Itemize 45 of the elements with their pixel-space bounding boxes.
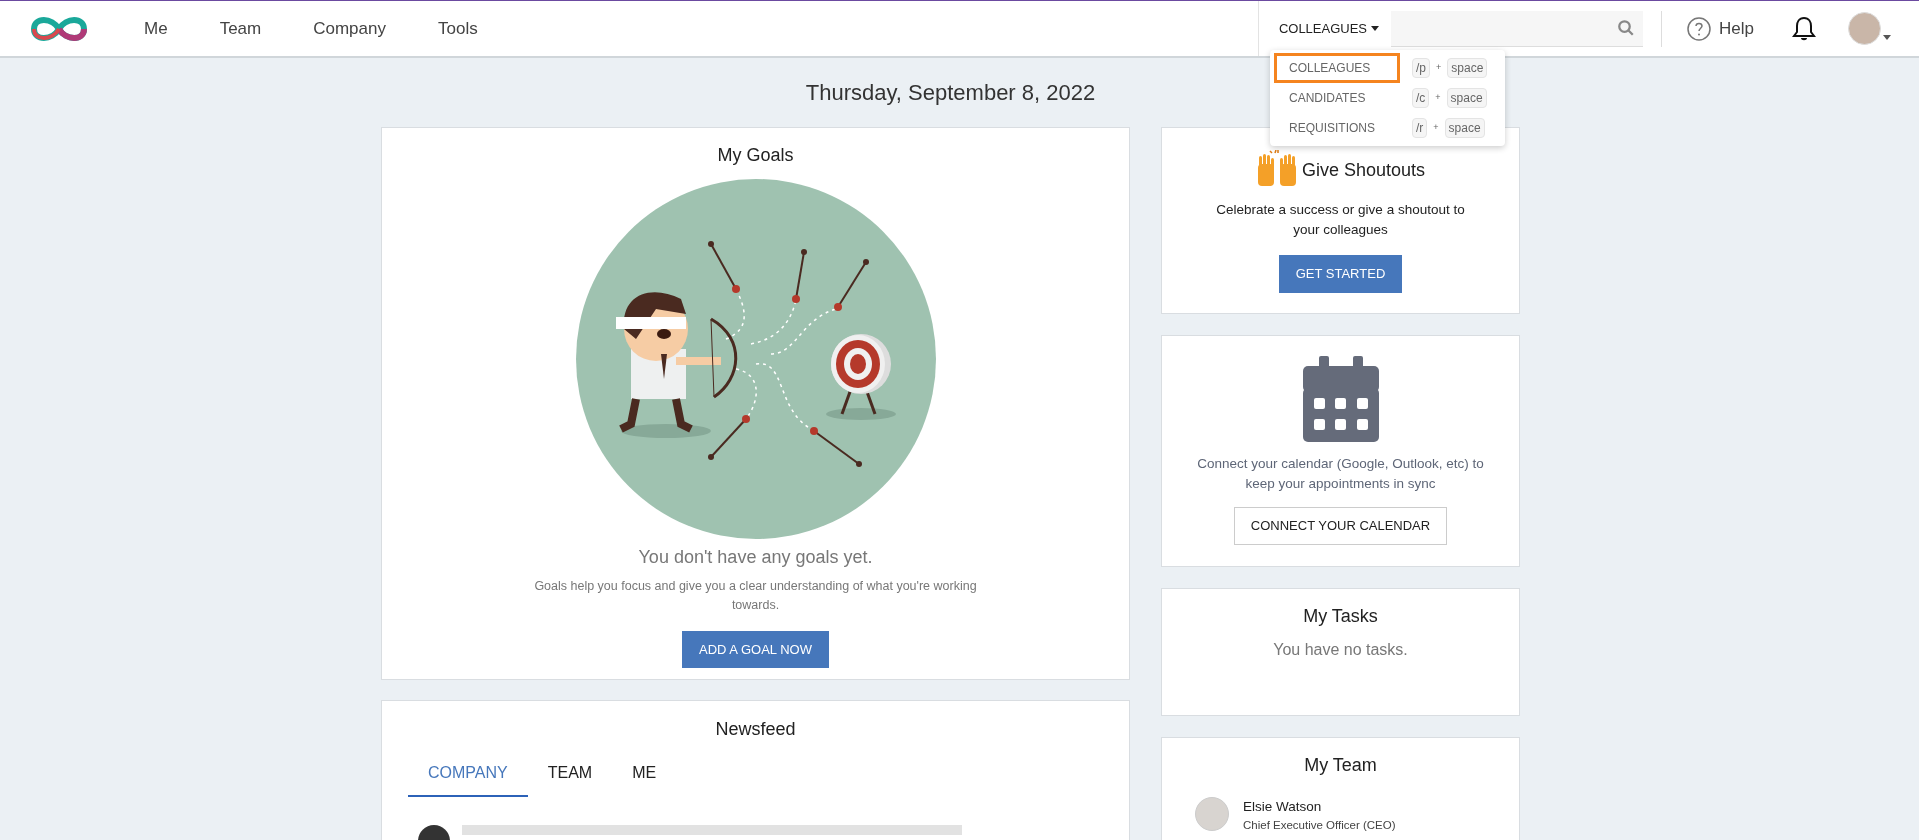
plus-sign: + — [1433, 121, 1439, 135]
shortcut-key: space — [1444, 118, 1485, 138]
card-title: My Tasks — [1303, 605, 1378, 628]
nav-link[interactable]: Me — [144, 15, 168, 42]
nav-link[interactable]: Team — [219, 15, 262, 42]
newsfeed-tab[interactable]: COMPANY — [408, 761, 528, 797]
member-avatar — [1195, 797, 1229, 831]
empty-tasks-message: You have no tasks. — [1273, 640, 1408, 660]
caret-icon[interactable] — [1883, 35, 1891, 40]
empty-goals-message: You don't have any goals yet. — [638, 546, 873, 569]
newsfeed-tab[interactable]: TEAM — [527, 761, 613, 797]
search-scope-option[interactable]: CANDIDATES — [1274, 83, 1400, 113]
question-circle-icon — [1687, 16, 1712, 41]
shoutouts-description: Celebrate a success or give a shoutout to your colleagues — [1215, 201, 1466, 239]
card-title: Give Shoutouts — [1301, 158, 1426, 182]
card-title: Newsfeed — [714, 718, 797, 741]
caret-icon — [1371, 26, 1380, 31]
member-name[interactable]: Elsie Watson — [1243, 797, 1396, 818]
goals-description: Goals help you focus and give you a clear understanding of what you're working towards. — [533, 578, 978, 614]
shortcut-key: space — [1447, 58, 1488, 78]
calendar-description: Connect your calendar (Google, Outlook, etc) to keep your appointments in sync — [1196, 455, 1485, 493]
notification-bell-icon[interactable] — [1792, 15, 1816, 42]
plus-sign: + — [1435, 91, 1441, 105]
shortcut-key: /p — [1412, 58, 1430, 78]
connect-calendar-button[interactable]: CONNECT YOUR CALENDAR — [1233, 507, 1448, 545]
shortcut-key: /c — [1412, 88, 1430, 108]
shortcut-key: space — [1446, 88, 1487, 108]
search-field[interactable] — [1391, 10, 1644, 47]
card-title: My Goals — [717, 144, 794, 167]
nav-link[interactable]: Tools — [437, 15, 478, 42]
get-started-button[interactable]: GET STARTED — [1278, 255, 1403, 293]
calendar-icon — [1302, 356, 1379, 442]
search-scope-option[interactable]: REQUISITIONS — [1274, 113, 1400, 143]
newsfeed-tab[interactable]: ME — [612, 761, 677, 797]
date-heading: Thursday, September 8, 2022 — [805, 79, 1096, 107]
card-title: My Team — [1303, 754, 1378, 777]
help-link[interactable]: Help — [1687, 15, 1754, 42]
member-role: Chief Executive Officer (CEO) — [1243, 818, 1396, 834]
search-scope-option[interactable]: COLLEAGUES — [1274, 53, 1400, 83]
nav-link[interactable]: Company — [313, 15, 386, 42]
search-scope-dropdown[interactable]: COLLEAGUES — [1278, 18, 1392, 39]
plus-sign: + — [1436, 61, 1442, 75]
shortcut-key: /r — [1412, 118, 1428, 138]
add-goal-button[interactable]: ADD A GOAL NOW — [682, 631, 829, 668]
search-icon — [1617, 19, 1636, 37]
